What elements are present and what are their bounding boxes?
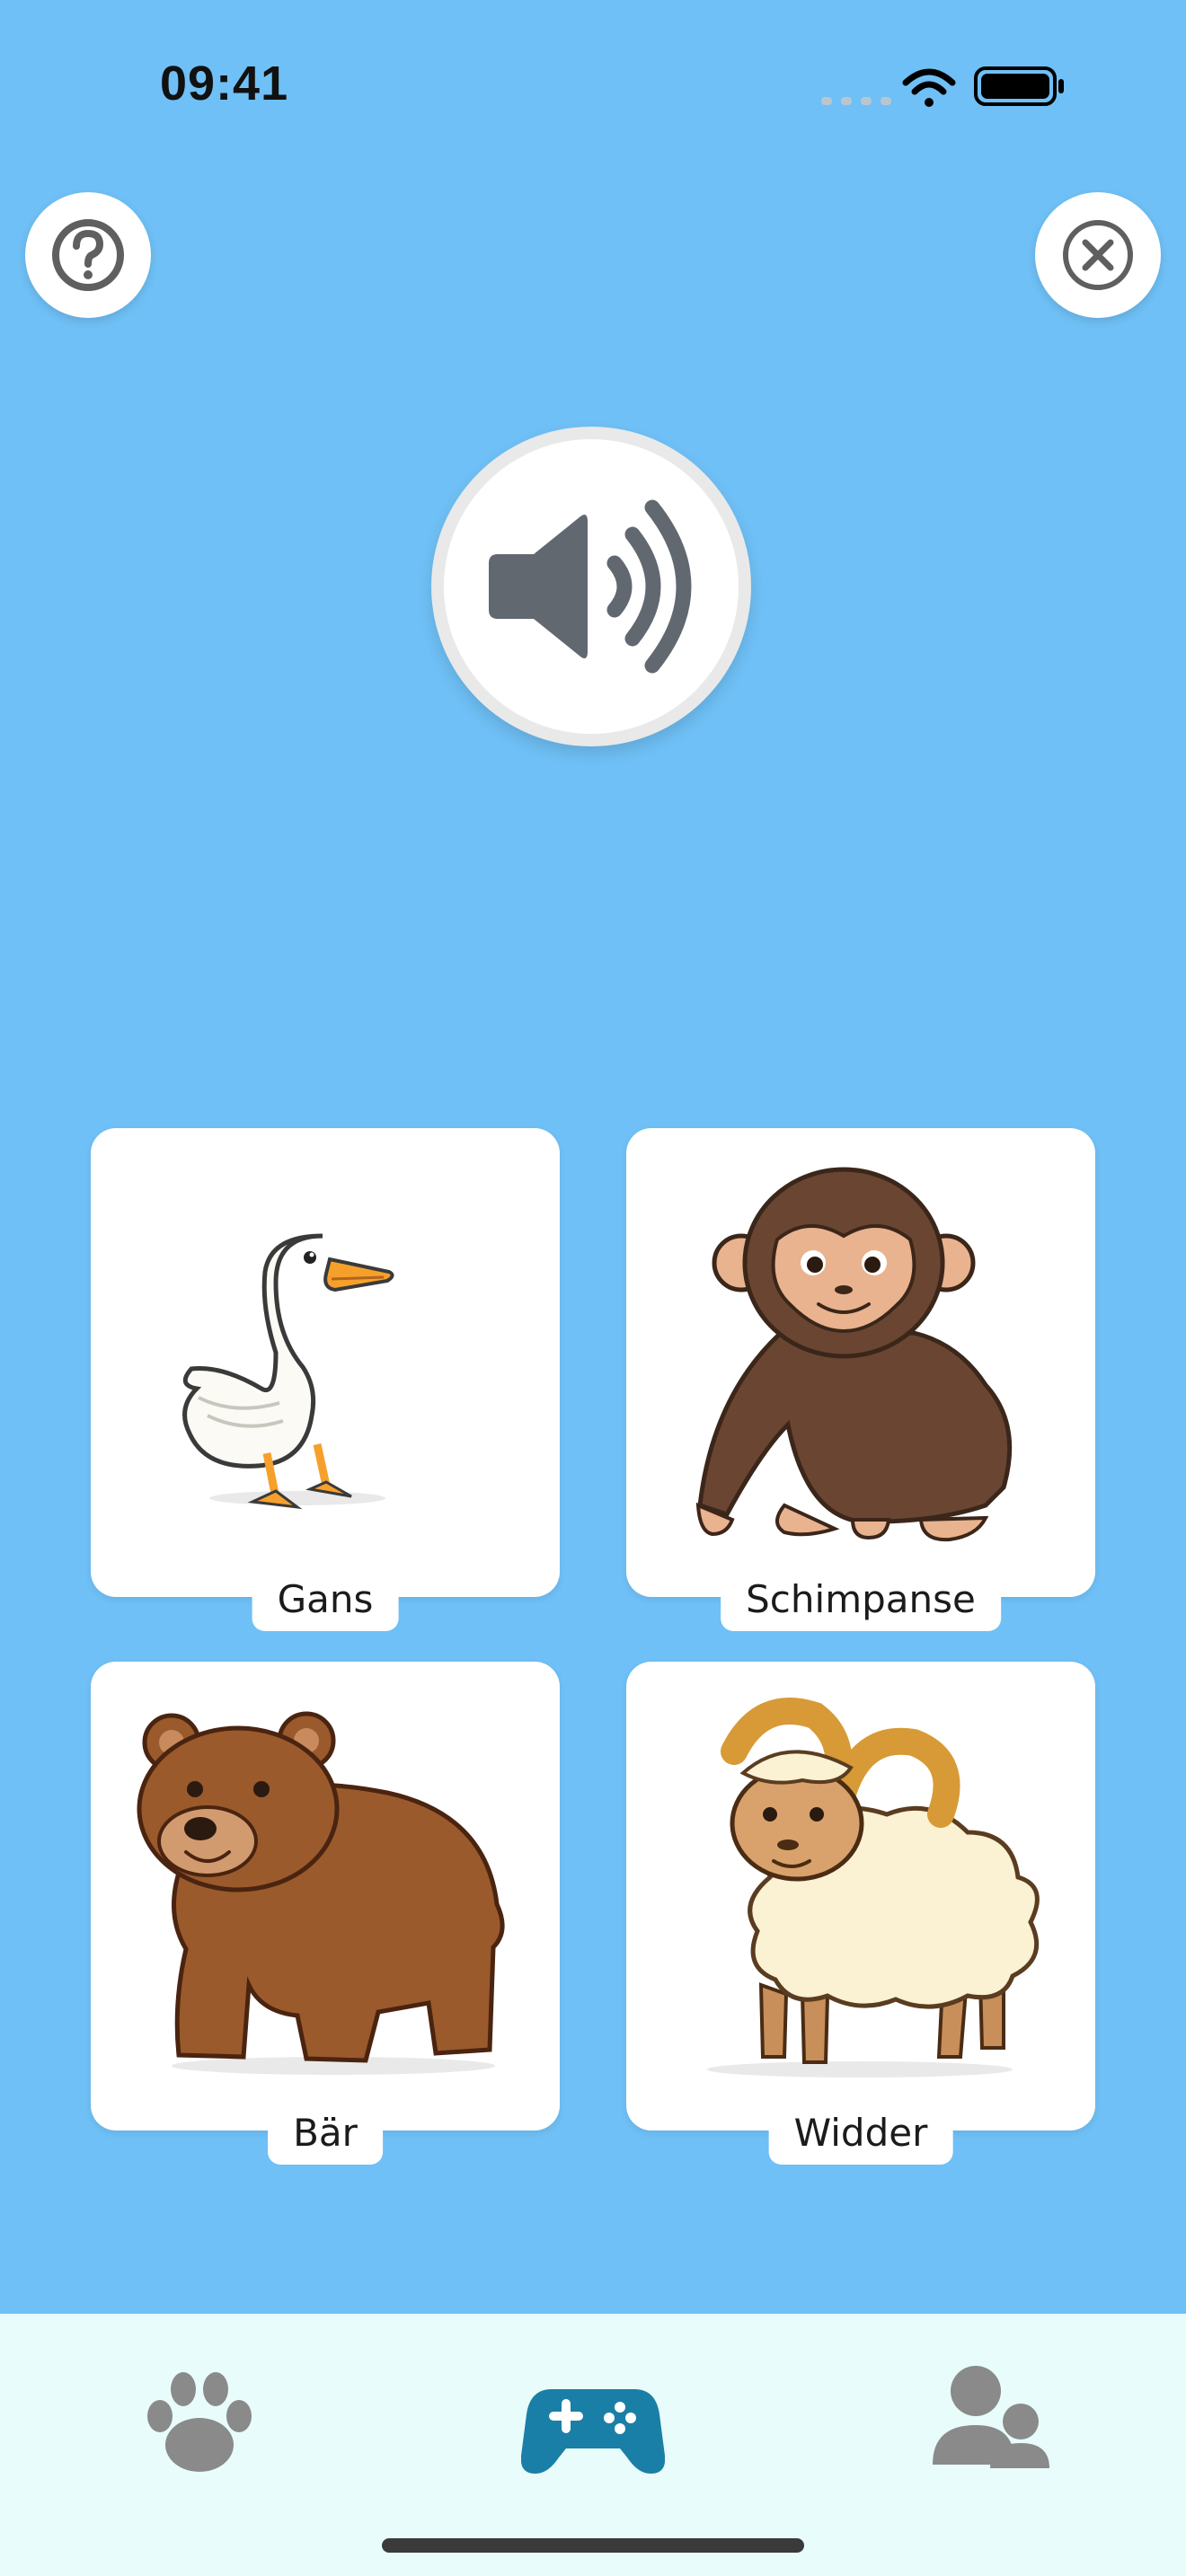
tab-animals[interactable] <box>128 2359 271 2484</box>
home-indicator <box>382 2538 804 2553</box>
help-button[interactable] <box>25 192 151 318</box>
wifi-icon <box>902 68 956 107</box>
goose-image <box>182 1233 394 1510</box>
gamepad-icon <box>521 2389 665 2474</box>
answer-label: Schimpanse <box>721 1566 1001 1631</box>
answer-label: Bär <box>268 2100 383 2165</box>
answer-label: Gans <box>252 1566 399 1631</box>
battery-icon <box>974 66 1064 106</box>
answer-label: Widder <box>768 2100 953 2165</box>
speaker-wave-icon <box>489 499 692 674</box>
signal-icon <box>821 97 891 105</box>
close-icon <box>1063 220 1133 290</box>
status-icons <box>816 63 1076 111</box>
answer-card-bear[interactable]: Bär <box>91 1662 560 2165</box>
tab-bar <box>0 2314 1186 2576</box>
bear-image <box>137 1711 505 2075</box>
users-icon <box>933 2366 1049 2468</box>
answer-card-ram[interactable]: Widder <box>626 1662 1095 2165</box>
answer-card-chimpanzee[interactable]: Schimpanse <box>626 1128 1095 1631</box>
play-sound-button[interactable] <box>431 427 751 746</box>
paw-icon <box>147 2372 252 2472</box>
status-time: 09:41 <box>160 57 289 110</box>
ram-image <box>707 1698 1040 2078</box>
tab-games[interactable] <box>521 2359 665 2484</box>
tab-profiles[interactable] <box>918 2359 1062 2484</box>
close-button[interactable] <box>1035 192 1161 318</box>
question-mark-circle-icon <box>52 219 124 291</box>
answer-card-goose[interactable]: Gans <box>91 1128 560 1631</box>
chimpanzee-image <box>695 1167 1013 1542</box>
